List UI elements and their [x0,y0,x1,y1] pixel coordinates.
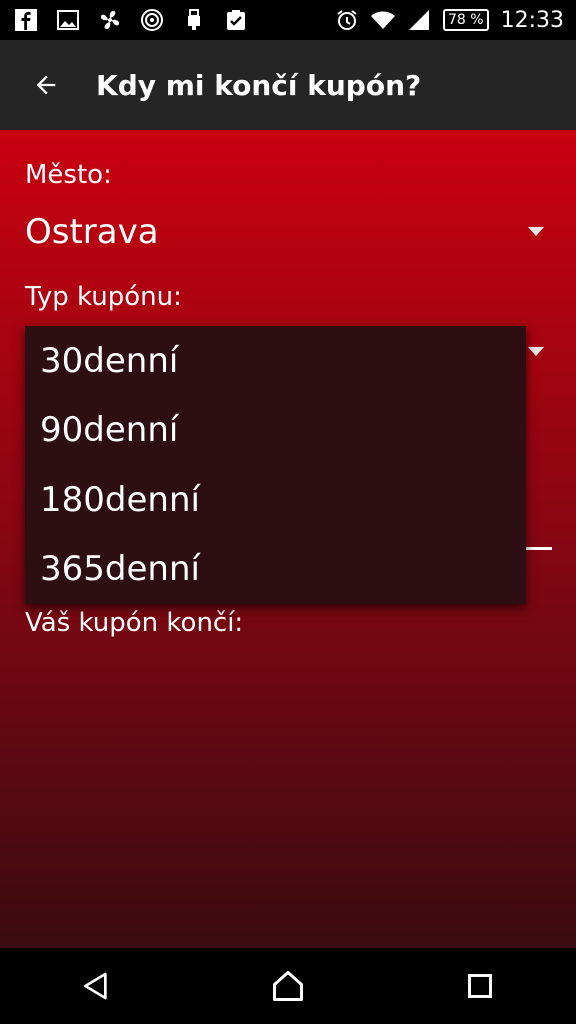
dropdown-option-30[interactable]: 30denní [25,326,526,396]
signal-icon [407,8,431,32]
dropdown-option-365[interactable]: 365denní [25,535,526,605]
alarm-icon [335,8,359,32]
wifi-icon [371,8,396,32]
page-title: Kdy mi končí kupón? [96,68,422,102]
dropdown-option-180[interactable]: 180denní [25,465,526,535]
home-icon [273,971,303,1001]
facebook-icon [14,8,38,32]
battery-indicator: 78 % [443,9,489,31]
city-label: Město: [25,160,112,190]
fan-icon [98,8,122,32]
navigation-bar [0,948,576,1024]
city-dropdown-arrow-icon [528,227,544,236]
result-label: Váš kupón končí: [25,608,244,638]
triangle-back-icon [84,972,107,1000]
coupon-type-label: Typ kupónu: [25,282,182,312]
clipboard-check-icon [224,8,248,32]
status-bar: 78 % 12:33 [0,0,576,40]
back-button[interactable] [26,65,66,105]
app-toolbar: Kdy mi končí kupón? [0,40,576,130]
coupon-type-dropdown: 30denní 90denní 180denní 365denní [25,326,526,604]
status-bar-left [0,0,248,40]
target-icon [140,8,164,32]
image-icon [56,8,80,32]
square-recents-icon [468,974,492,998]
usb-icon [182,8,206,32]
city-spinner-value: Ostrava [25,212,159,252]
coupon-type-dropdown-arrow-icon[interactable] [528,347,544,356]
status-clock: 12:33 [500,7,564,33]
battery-level: 78 % [443,9,489,31]
arrow-back-icon [36,75,56,95]
nav-back-button[interactable] [64,954,128,1018]
status-bar-right: 78 % 12:33 [335,0,576,40]
dropdown-option-90[interactable]: 90denní [25,396,526,466]
nav-recents-button[interactable] [448,954,512,1018]
nav-home-button[interactable] [256,954,320,1018]
